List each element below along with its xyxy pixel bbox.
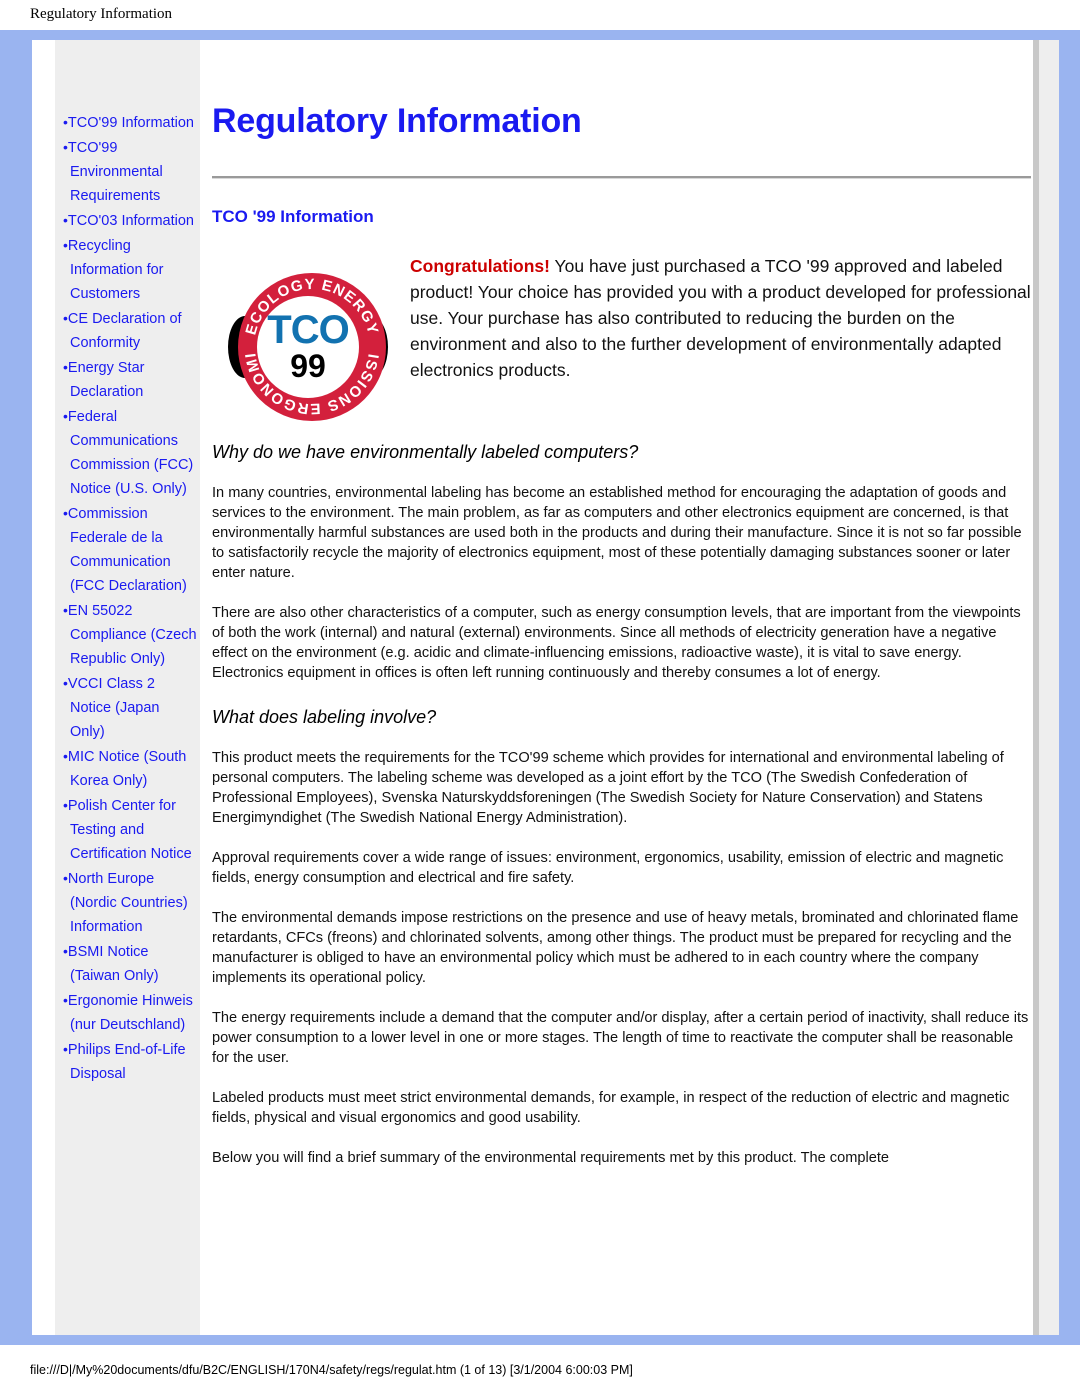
- sidebar-item-bsmi-notice[interactable]: •BSMI Notice (Taiwan Only): [63, 939, 198, 988]
- sidebar-item-tco03-information[interactable]: •TCO'03 Information: [63, 208, 198, 233]
- tco99-logo: ECOLOGY ENERGY EMISSIONS ERGONOMICS TCO …: [228, 271, 388, 423]
- sidebar-item-commission-federale[interactable]: •Commission Federale de la Communication…: [63, 501, 198, 598]
- sidebar-item-tco99-information[interactable]: •TCO'99 Information: [63, 110, 198, 135]
- sidebar-item-philips-end-of-life-disposal[interactable]: •Philips End-of-Life Disposal: [63, 1037, 198, 1086]
- print-header-title: Regulatory Information: [30, 6, 173, 22]
- sidebar-item-label: Recycling Information for Customers: [67, 238, 164, 302]
- page-frame: •TCO'99 Information •TCO'99 Environmenta…: [0, 30, 1080, 1345]
- paragraph-4: Approval requirements cover a wide range…: [212, 850, 1004, 886]
- sidebar-item-label: VCCI Class 2 Notice (Japan Only): [67, 676, 160, 740]
- subheading-what: What does labeling involve?: [212, 707, 437, 727]
- paragraph-2: There are also other characteristics of …: [212, 605, 1021, 681]
- left-gutter: [22, 40, 55, 1335]
- sidebar-item-ergonomie-hinweis[interactable]: •Ergonomie Hinweis (nur Deutschland): [63, 988, 198, 1037]
- sidebar-item-label: Philips End-of-Life Disposal: [67, 1042, 186, 1082]
- sidebar-item-label: Ergonomie Hinweis (nur Deutschland): [67, 993, 193, 1033]
- sidebar-item-label: EN 55022 Compliance (Czech Republic Only…: [67, 603, 197, 667]
- logo-center: TCO 99: [257, 296, 359, 398]
- sidebar-item-label: TCO'03 Information: [67, 213, 194, 229]
- sidebar-item-mic-notice[interactable]: •MIC Notice (South Korea Only): [63, 744, 198, 793]
- sidebar-item-label: BSMI Notice (Taiwan Only): [67, 944, 159, 984]
- sidebar-item-fcc-notice[interactable]: •Federal Communications Commission (FCC)…: [63, 404, 198, 501]
- sidebar-item-label: MIC Notice (South Korea Only): [67, 749, 187, 789]
- sidebar-item-ce-declaration[interactable]: •CE Declaration of Conformity: [63, 306, 198, 355]
- sidebar-item-label: Polish Center for Testing and Certificat…: [67, 798, 192, 862]
- right-scroll-strip[interactable]: [1033, 40, 1059, 1335]
- sidebar-item-label: CE Declaration of Conformity: [67, 311, 182, 351]
- print-header: Regulatory Information: [0, 0, 1080, 30]
- print-footer-path: file:///D|/My%20documents/dfu/B2C/ENGLIS…: [30, 1363, 633, 1377]
- intro-paragraph: Congratulations! You have just purchased…: [400, 253, 1031, 383]
- sidebar-item-polish-center-notice[interactable]: •Polish Center for Testing and Certifica…: [63, 793, 198, 866]
- paragraph-7: Labeled products must meet strict enviro…: [212, 1090, 1010, 1126]
- sidebar: •TCO'99 Information •TCO'99 Environmenta…: [55, 40, 200, 1335]
- logo-year: 99: [290, 348, 326, 384]
- paragraph-5: The environmental demands impose restric…: [212, 910, 1019, 986]
- sidebar-item-vcci-class2-notice[interactable]: •VCCI Class 2 Notice (Japan Only): [63, 671, 198, 744]
- title-divider: [212, 176, 1031, 179]
- paragraph-6: The energy requirements include a demand…: [212, 1010, 1029, 1066]
- sidebar-nav-list: •TCO'99 Information •TCO'99 Environmenta…: [63, 110, 198, 1086]
- sidebar-item-label: Federal Communications Commission (FCC) …: [67, 409, 194, 497]
- sidebar-item-energy-star-declaration[interactable]: •Energy Star Declaration: [63, 355, 198, 404]
- sidebar-item-north-europe-information[interactable]: •North Europe (Nordic Countries) Informa…: [63, 866, 198, 939]
- logo-word: TCO: [267, 308, 349, 352]
- paragraph-3: This product meets the requirements for …: [212, 750, 1004, 826]
- sidebar-item-label: North Europe (Nordic Countries) Informat…: [67, 871, 188, 935]
- sidebar-item-recycling-information[interactable]: •Recycling Information for Customers: [63, 233, 198, 306]
- paragraph-1: In many countries, environmental labelin…: [212, 485, 1022, 581]
- page-title: Regulatory Information: [212, 102, 582, 140]
- content-area: Regulatory Information TCO '99 Informati…: [200, 40, 1059, 1335]
- page-frame-inner: •TCO'99 Information •TCO'99 Environmenta…: [22, 40, 1059, 1335]
- paragraph-8: Below you will find a brief summary of t…: [212, 1150, 890, 1166]
- print-footer: file:///D|/My%20documents/dfu/B2C/ENGLIS…: [0, 1363, 1080, 1377]
- congratulations-label: Congratulations!: [410, 256, 550, 276]
- subheading-why: Why do we have environmentally labeled c…: [212, 442, 639, 462]
- sidebar-item-label: TCO'99 Information: [67, 115, 194, 131]
- sidebar-item-tco99-environmental-requirements[interactable]: •TCO'99 Environmental Requirements: [63, 135, 198, 208]
- intro-block: ECOLOGY ENERGY EMISSIONS ERGONOMICS TCO …: [212, 253, 1031, 421]
- section-title: TCO '99 Information: [212, 207, 374, 226]
- sidebar-item-en55022-compliance[interactable]: •EN 55022 Compliance (Czech Republic Onl…: [63, 598, 198, 671]
- document-body: Regulatory Information TCO '99 Informati…: [200, 40, 1059, 1178]
- sidebar-item-label: Commission Federale de la Communication …: [67, 506, 187, 594]
- sidebar-item-label: TCO'99 Environmental Requirements: [67, 140, 163, 204]
- sidebar-item-label: Energy Star Declaration: [67, 360, 145, 400]
